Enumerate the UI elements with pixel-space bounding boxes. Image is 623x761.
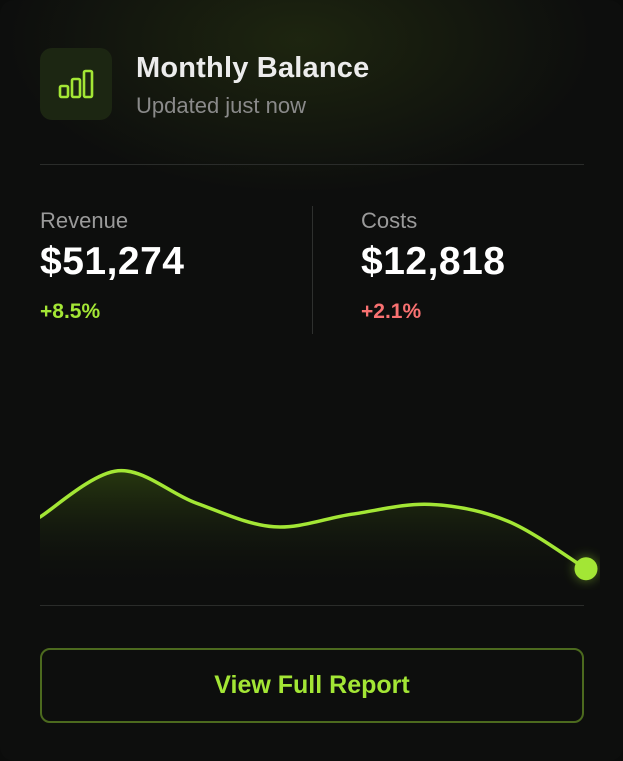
card-header: Monthly Balance Updated just now bbox=[40, 48, 369, 120]
revenue-stat: Revenue $51,274 +8.5% bbox=[40, 208, 184, 324]
costs-stat: Costs $12,818 +2.1% bbox=[361, 208, 505, 324]
trend-area-fill bbox=[40, 470, 586, 590]
monthly-balance-card: Monthly Balance Updated just now Revenue… bbox=[0, 0, 623, 761]
costs-change: +2.1% bbox=[361, 300, 422, 323]
revenue-label: Revenue bbox=[40, 208, 129, 233]
revenue-change: +8.5% bbox=[40, 300, 101, 323]
latest-point-marker bbox=[574, 557, 598, 581]
card-title: Monthly Balance bbox=[136, 52, 370, 84]
title-block: Monthly Balance Updated just now bbox=[136, 52, 369, 119]
revenue-value: $51,274 bbox=[40, 240, 185, 283]
costs-value: $12,818 bbox=[361, 240, 506, 283]
view-full-report-button[interactable]: View Full Report bbox=[40, 648, 584, 723]
chart-divider bbox=[40, 605, 584, 606]
balance-trend-chart bbox=[40, 469, 599, 590]
costs-label: Costs bbox=[361, 208, 418, 233]
stats-separator bbox=[312, 206, 313, 334]
header-divider bbox=[40, 164, 584, 165]
bar-chart-icon bbox=[40, 48, 112, 120]
updated-status: Updated just now bbox=[136, 93, 306, 118]
